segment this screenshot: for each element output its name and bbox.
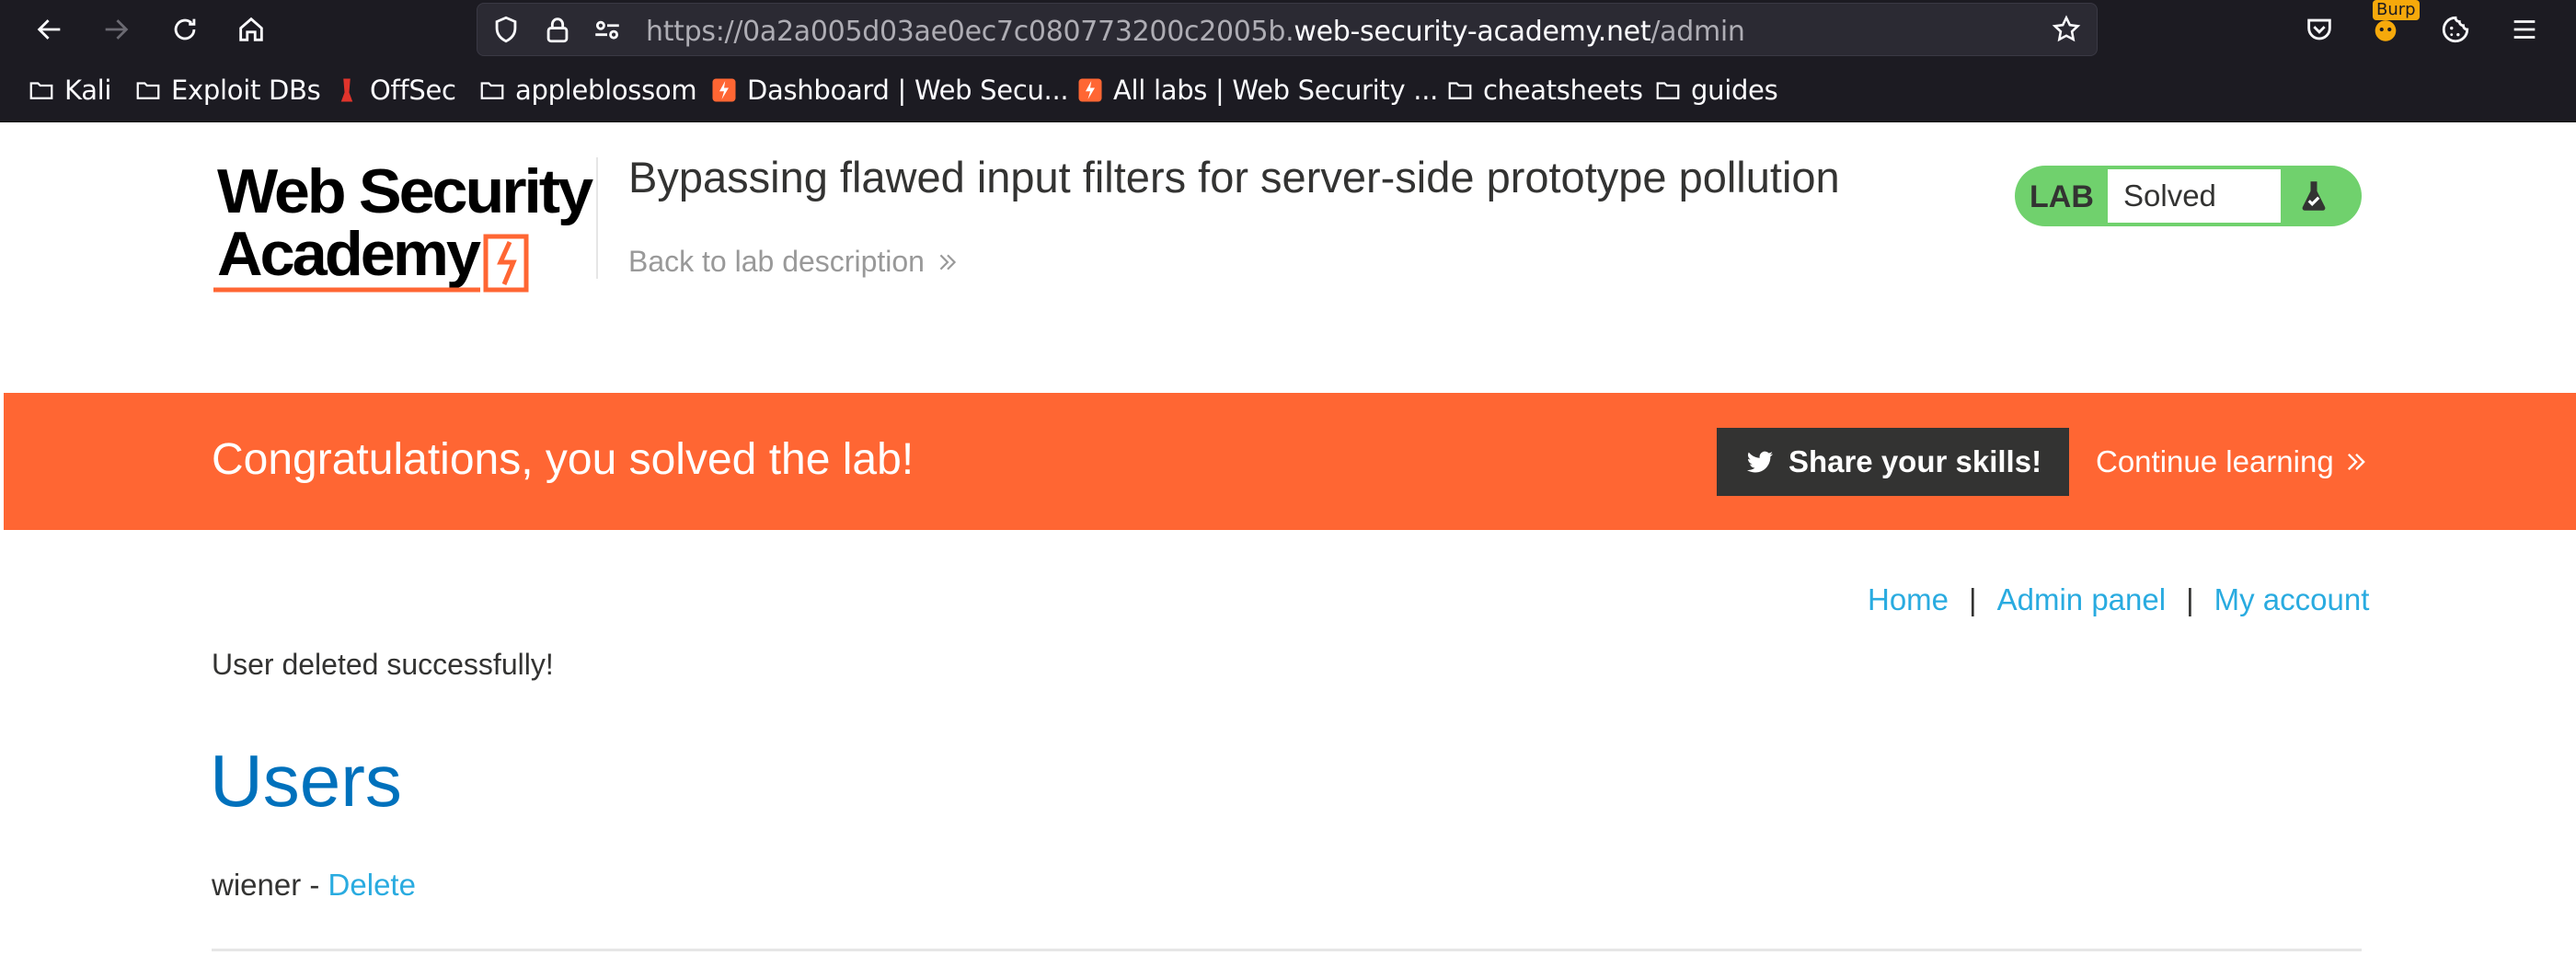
- pocket-icon: [2307, 18, 2331, 40]
- share-skills-button[interactable]: Share your skills!: [1717, 428, 2069, 496]
- bookmark-exploit-dbs[interactable]: Exploit DBs: [134, 72, 321, 109]
- bookmark-cheatsheets[interactable]: cheatsheets: [1446, 72, 1643, 109]
- flask-icon: [2302, 181, 2326, 211]
- lab-title: Bypassing flawed input filters for serve…: [628, 153, 1840, 201]
- solved-banner: Congratulations, you solved the lab! Sha…: [4, 393, 2576, 530]
- double-chevron-right-icon: [2347, 454, 2365, 470]
- lab-label: LAB: [2030, 179, 2094, 214]
- home-icon: [239, 17, 263, 41]
- folder-icon: [136, 82, 160, 99]
- twitter-icon: [1746, 451, 1774, 473]
- web-security-academy-logo[interactable]: Web Security Academy: [213, 161, 600, 299]
- continue-learning-label: Continue learning: [2096, 444, 2334, 478]
- users-heading: Users: [210, 740, 402, 822]
- logo-divider: [596, 157, 598, 279]
- shield-icon[interactable]: [490, 14, 522, 45]
- user-separator: -: [301, 868, 328, 902]
- nav-home-link[interactable]: Home: [1868, 582, 1949, 616]
- back-button[interactable]: [28, 7, 72, 52]
- portswigger-icon: [712, 78, 736, 102]
- double-chevron-right-icon: [939, 254, 957, 270]
- folder-icon: [29, 82, 53, 99]
- permissions-icon[interactable]: [592, 14, 623, 45]
- bookmark-label: Kali: [64, 75, 112, 106]
- bookmark-kali[interactable]: Kali: [28, 72, 112, 109]
- back-to-lab-description-link[interactable]: Back to lab description: [628, 245, 960, 279]
- logo-line1: Web Security: [217, 161, 593, 226]
- bookmark-label: cheatsheets: [1483, 75, 1643, 106]
- share-skills-label: Share your skills!: [1788, 444, 2042, 478]
- home-button[interactable]: [229, 7, 273, 52]
- delete-user-link[interactable]: Delete: [328, 868, 416, 902]
- nav-separator: |: [2186, 582, 2194, 616]
- pocket-button[interactable]: [2297, 7, 2341, 52]
- username: wiener: [212, 868, 302, 902]
- folder-icon: [1448, 82, 1472, 99]
- nav-separator: |: [1969, 582, 1977, 616]
- page-content: Web Security Academy Bypassing flawed in…: [0, 122, 2576, 967]
- bookmark-dashboard[interactable]: Dashboard | Web Secu...: [710, 72, 1069, 109]
- url-text[interactable]: https://0a2a005d03ae0ec7c080773200c2005b…: [646, 16, 1745, 48]
- back-link-label: Back to lab description: [628, 245, 925, 278]
- cookie-icon: [2442, 16, 2469, 43]
- lock-icon[interactable]: [542, 14, 573, 45]
- cookie-extension-button[interactable]: [2433, 7, 2478, 52]
- lab-status-badge: LAB Solved: [2015, 166, 2362, 226]
- bookmark-star-icon[interactable]: [2051, 14, 2082, 45]
- user-row: wiener - Delete: [212, 868, 416, 903]
- bookmark-offsec[interactable]: OffSec: [333, 72, 456, 109]
- bookmark-appleblossom[interactable]: appleblossom: [478, 72, 697, 109]
- status-message: User deleted successfully!: [212, 648, 554, 681]
- reload-icon: [174, 18, 196, 40]
- bookmark-guides[interactable]: guides: [1654, 72, 1778, 109]
- folder-icon: [1656, 82, 1680, 99]
- bookmark-label: All labs | Web Security ...: [1113, 75, 1439, 106]
- arrow-left-icon: [37, 19, 61, 40]
- bookmark-label: OffSec: [370, 75, 456, 106]
- bookmark-label: Dashboard | Web Secu...: [747, 75, 1069, 106]
- congratulations-message: Congratulations, you solved the lab!: [212, 435, 914, 484]
- arrow-right-icon: [105, 19, 129, 40]
- top-nav: Home | Admin panel | My account: [1868, 582, 2369, 619]
- reload-button[interactable]: [163, 7, 207, 52]
- continue-learning-link[interactable]: Continue learning: [2096, 444, 2369, 479]
- bookmark-label: appleblossom: [515, 75, 697, 106]
- offsec-icon: [340, 78, 353, 102]
- bookmarks-bar: Kali Exploit DBs OffSec appleblossom Das…: [0, 59, 2576, 122]
- lab-status: Solved: [2108, 169, 2281, 223]
- url-prefix: https://0a2a005d03ae0ec7c080773200c2005b…: [646, 16, 1294, 48]
- address-bar[interactable]: https://0a2a005d03ae0ec7c080773200c2005b…: [477, 3, 2098, 56]
- hamburger-menu-icon: [2513, 20, 2536, 39]
- extension-badge: Burp: [2373, 0, 2420, 20]
- menu-button[interactable]: [2502, 7, 2547, 52]
- url-path: /admin: [1650, 16, 1745, 48]
- bookmark-all-labs[interactable]: All labs | Web Security ...: [1076, 72, 1438, 109]
- divider: [212, 949, 2362, 951]
- bookmark-label: Exploit DBs: [171, 75, 321, 106]
- forward-button[interactable]: [94, 7, 138, 52]
- nav-admin-panel-link[interactable]: Admin panel: [1997, 582, 2166, 616]
- nav-my-account-link[interactable]: My account: [2214, 582, 2370, 616]
- url-domain: web-security-academy.net: [1294, 16, 1651, 48]
- portswigger-icon: [1078, 78, 1102, 102]
- browser-toolbar: https://0a2a005d03ae0ec7c080773200c2005b…: [0, 0, 2576, 59]
- bookmark-label: guides: [1691, 75, 1778, 106]
- folder-icon: [480, 82, 504, 99]
- logo-line2: Academy: [217, 219, 481, 289]
